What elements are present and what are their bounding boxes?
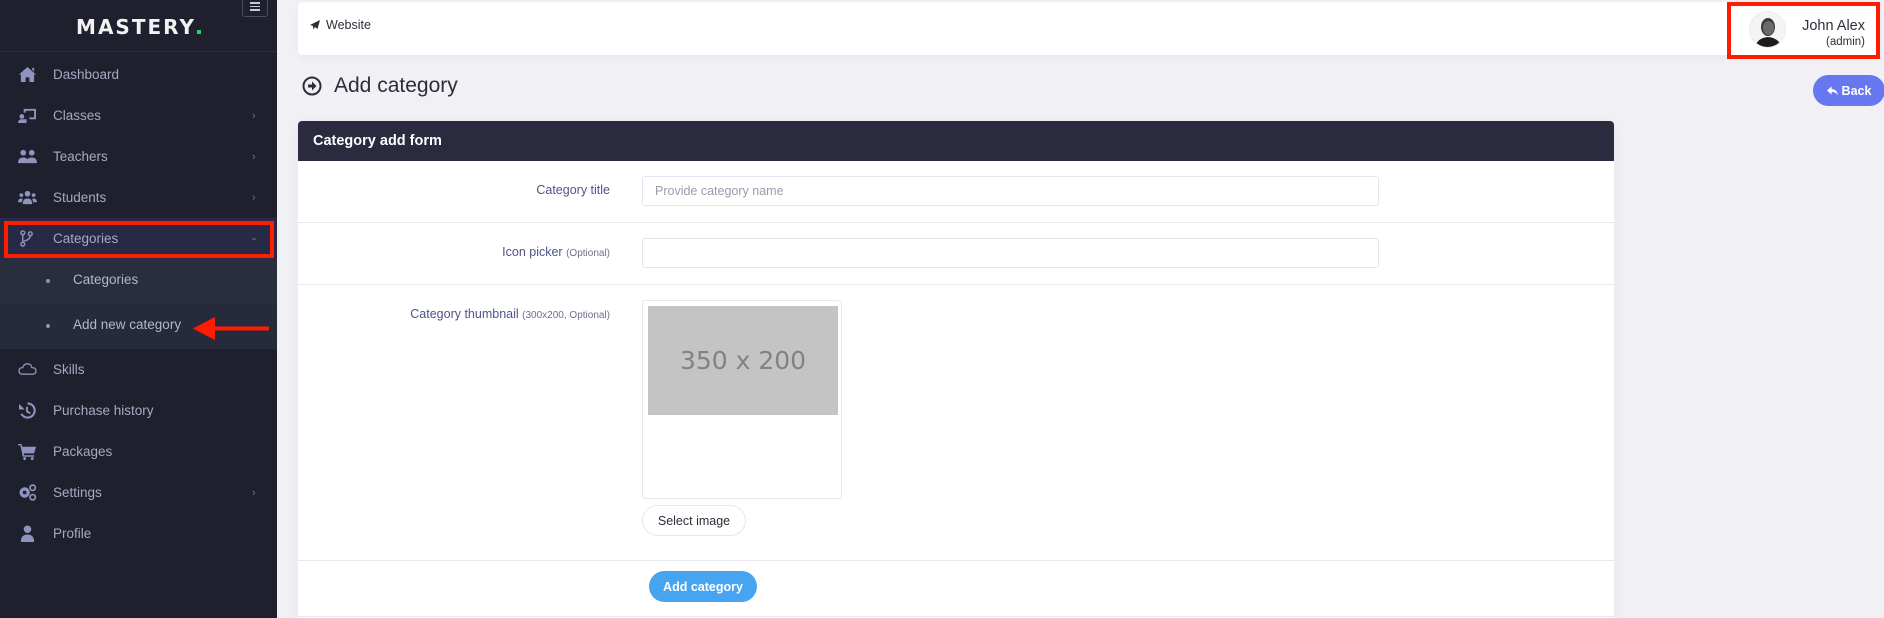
select-image-button[interactable]: Select image [642,505,746,536]
sidebar-item-students[interactable]: Students › [0,177,277,218]
chalkboard-teacher-icon [17,107,38,125]
chevron-right-icon: › [252,191,256,204]
sidebar-item-label: Packages [53,444,113,459]
sidebar: MASTERY Dashboard Classes › Teachers › S… [0,0,277,618]
users-icon [17,148,38,166]
cloud-icon [17,361,38,379]
sidebar-item-label: Settings [53,485,102,500]
card-header: Category add form [298,121,1614,161]
sidebar-toggle-button[interactable] [242,0,268,17]
sidebar-item-classes[interactable]: Classes › [0,95,277,136]
page-title: Add category [302,74,458,98]
category-title-label: Category title [536,183,610,197]
sidebar-item-settings[interactable]: Settings › [0,472,277,513]
chevron-down-icon: › [247,236,260,241]
sidebar-item-label: Students [53,190,107,205]
avatar [1749,11,1786,48]
bullet-icon [46,324,50,328]
sidebar-item-label: Categories [53,231,119,246]
submenu-item-label: Add new category [73,317,182,332]
paper-plane-icon [310,20,320,30]
submenu-item-categories[interactable]: Categories [0,259,277,304]
label-hint: (Optional) [566,248,610,259]
back-button-label: Back [1841,83,1872,98]
icon-picker-label: Icon picker (Optional) [502,245,610,259]
code-branch-icon [17,230,38,248]
user-name: John Alex [1802,18,1865,34]
thumbnail-placeholder-image: 350 x 200 [648,306,838,415]
divider [298,222,1614,223]
sidebar-item-teachers[interactable]: Teachers › [0,136,277,177]
shopping-cart-icon [17,443,38,461]
topbar: Website John Alex (admin) [298,2,1878,55]
hamburger-icon-line [250,2,260,4]
sidebar-item-label: Purchase history [53,403,154,418]
category-title-input[interactable] [642,176,1379,206]
chevron-right-icon: › [252,150,256,163]
sidebar-item-label: Dashboard [53,67,120,82]
reply-icon [1826,85,1838,96]
user-role: (admin) [1826,36,1865,48]
thumbnail-preview: 350 x 200 [642,300,842,499]
cogs-icon [17,484,38,502]
label-text: Icon picker [502,245,563,259]
user-group-icon [17,189,38,207]
brand-name: MASTERY [76,15,196,39]
user-icon [17,525,38,543]
sidebar-item-label: Teachers [53,149,108,164]
submenu-item-label: Categories [73,272,139,287]
sidebar-item-label: Skills [53,362,85,377]
sidebar-item-purchase-history[interactable]: Purchase history [0,390,277,431]
logo[interactable]: MASTERY [0,0,277,52]
icon-picker-input[interactable] [642,238,1379,268]
divider [298,560,1614,561]
website-link[interactable]: Website [310,18,371,32]
sidebar-item-categories[interactable]: Categories › [0,218,277,259]
sidebar-item-label: Profile [53,526,92,541]
label-text: Category title [536,183,610,197]
chevron-right-icon: › [252,486,256,499]
arrow-circle-right-icon [302,76,322,96]
chevron-right-icon: › [252,109,256,122]
divider [298,616,1614,617]
history-icon [17,402,38,420]
submenu-item-add-new-category[interactable]: Add new category [0,304,277,349]
home-icon [17,66,38,84]
sidebar-item-label: Classes [53,108,102,123]
sidebar-item-packages[interactable]: Packages [0,431,277,472]
category-thumbnail-label: Category thumbnail (300x200, Optional) [410,307,610,321]
hamburger-icon-line [250,9,260,11]
back-button[interactable]: Back [1813,75,1884,106]
category-add-form: Category add form Category title Icon pi… [298,121,1614,618]
sidebar-item-dashboard[interactable]: Dashboard [0,54,277,95]
label-hint: (300x200, Optional) [522,310,610,321]
add-category-button[interactable]: Add category [649,571,757,602]
label-text: Category thumbnail [410,307,519,321]
divider [298,284,1614,285]
hamburger-icon-line [250,5,260,8]
page-title-text: Add category [334,74,458,97]
website-link-label: Website [326,18,371,32]
sidebar-item-profile[interactable]: Profile [0,513,277,554]
bullet-icon [46,279,50,283]
sidebar-item-skills[interactable]: Skills [0,349,277,390]
card-title: Category add form [313,133,442,149]
user-menu[interactable]: John Alex (admin) [1729,6,1875,52]
placeholder-text: 350 x 200 [679,346,807,375]
brand-dot [196,30,201,34]
